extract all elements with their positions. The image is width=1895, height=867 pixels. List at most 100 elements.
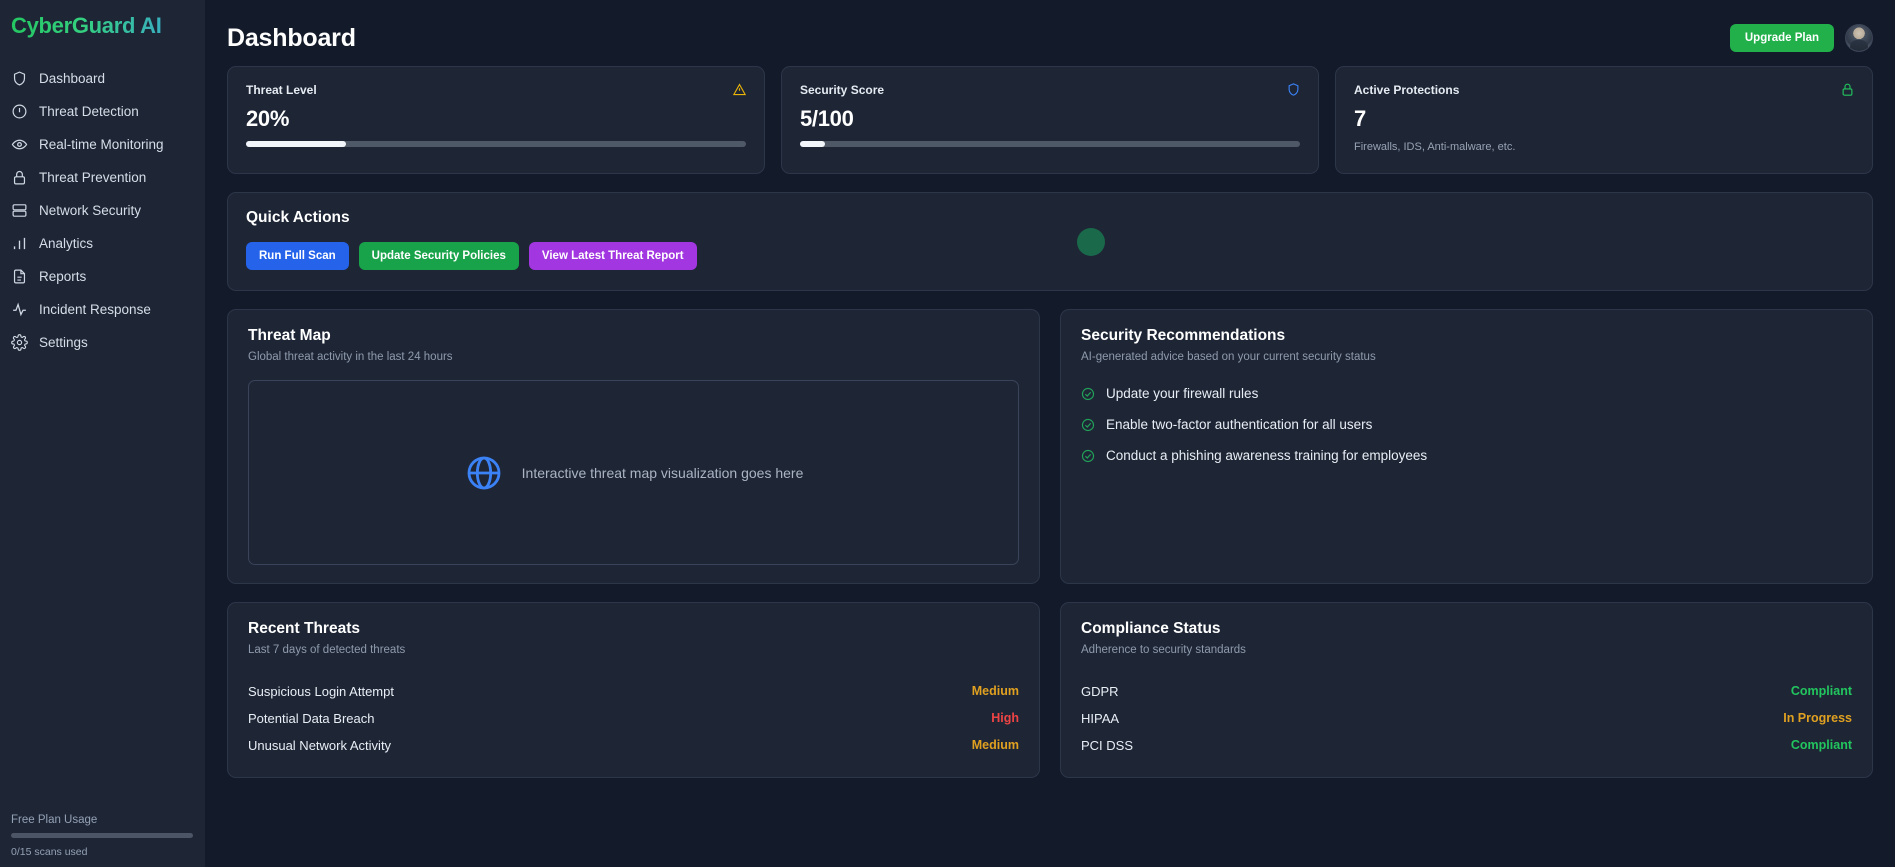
- sidebar-item-settings[interactable]: Settings: [0, 326, 205, 359]
- middle-panels: Threat Map Global threat activity in the…: [227, 309, 1873, 584]
- stat-card-active-protections: Active Protections 7 Firewalls, IDS, Ant…: [1335, 66, 1873, 174]
- sidebar-item-incident-response[interactable]: Incident Response: [0, 293, 205, 326]
- stat-subtext: Firewalls, IDS, Anti-malware, etc.: [1354, 141, 1516, 153]
- recommendations-title: Security Recommendations: [1081, 327, 1286, 344]
- standard-name: GDPR: [1081, 683, 1119, 699]
- compliance-list: GDPR Compliant HIPAA In Progress PCI DSS…: [1081, 678, 1852, 759]
- list-item: Update your firewall rules: [1081, 386, 1852, 401]
- sidebar-item-label: Network Security: [39, 203, 142, 218]
- status-badge: In Progress: [1783, 711, 1852, 725]
- gear-icon: [11, 334, 28, 351]
- stat-label: Threat Level: [246, 83, 317, 97]
- threat-name: Unusual Network Activity: [248, 737, 392, 753]
- recent-threats-title: Recent Threats: [248, 620, 360, 637]
- upgrade-plan-button[interactable]: Upgrade Plan: [1729, 24, 1834, 52]
- sidebar-nav: Dashboard Threat Detection Real-time Mon…: [0, 62, 205, 359]
- standard-name: HIPAA: [1081, 710, 1120, 726]
- recent-threats-panel: Recent Threats Last 7 days of detected t…: [227, 602, 1040, 778]
- run-full-scan-button[interactable]: Run Full Scan: [246, 242, 349, 270]
- plan-usage: Free Plan Usage 0/15 scans used: [0, 814, 205, 858]
- check-circle-icon: [1081, 449, 1095, 463]
- top-bar-actions: Upgrade Plan: [1729, 24, 1873, 52]
- threat-name: Suspicious Login Attempt: [248, 683, 394, 699]
- sidebar-item-label: Incident Response: [39, 302, 151, 317]
- eye-icon: [11, 136, 28, 153]
- avatar[interactable]: [1845, 24, 1873, 52]
- quick-actions-card: Quick Actions Run Full Scan Update Secur…: [227, 192, 1873, 291]
- sidebar-item-dashboard[interactable]: Dashboard: [0, 62, 205, 95]
- stat-value: 7: [1354, 106, 1366, 131]
- threat-map-placeholder-text: Interactive threat map visualization goe…: [521, 464, 804, 481]
- threat-map-title: Threat Map: [248, 327, 331, 344]
- plan-usage-label: Free Plan Usage: [11, 814, 98, 826]
- status-badge: Medium: [971, 738, 1019, 752]
- sidebar-item-network-security[interactable]: Network Security: [0, 194, 205, 227]
- stat-card-security-score: Security Score 5/100: [781, 66, 1319, 174]
- check-circle-icon: [1081, 387, 1095, 401]
- page-title: Dashboard: [227, 23, 356, 52]
- table-row: Unusual Network Activity Medium: [248, 732, 1019, 758]
- stat-label: Security Score: [800, 83, 885, 97]
- table-row: Suspicious Login Attempt Medium: [248, 678, 1019, 704]
- status-badge: High: [991, 711, 1019, 725]
- sidebar-item-real-time-monitoring[interactable]: Real-time Monitoring: [0, 128, 205, 161]
- server-icon: [11, 202, 28, 219]
- warning-triangle-icon: [732, 82, 747, 97]
- plan-usage-bar: [11, 833, 193, 838]
- stat-cards: Threat Level 20% Security Score 5/100 Ac…: [227, 66, 1873, 174]
- table-row: HIPAA In Progress: [1081, 705, 1852, 731]
- shield-icon: [1286, 82, 1301, 97]
- sidebar-item-label: Settings: [39, 335, 88, 350]
- stat-value: 20%: [246, 106, 290, 131]
- quick-actions-title: Quick Actions: [246, 209, 350, 226]
- quick-actions-buttons: Run Full Scan Update Security Policies V…: [246, 242, 1854, 270]
- stat-card-threat-level: Threat Level 20%: [227, 66, 765, 174]
- status-badge: Medium: [971, 684, 1019, 698]
- main-content: Dashboard Upgrade Plan Threat Level 20% …: [205, 0, 1895, 867]
- check-circle-icon: [1081, 418, 1095, 432]
- threat-map-placeholder[interactable]: Interactive threat map visualization goe…: [248, 380, 1019, 565]
- standard-name: PCI DSS: [1081, 737, 1134, 753]
- table-row: Potential Data Breach High: [248, 705, 1019, 731]
- recommendations-list: Update your firewall rules Enable two-fa…: [1081, 386, 1852, 463]
- stat-value: 5/100: [800, 106, 854, 131]
- sidebar-item-label: Reports: [39, 269, 87, 284]
- sidebar-item-label: Dashboard: [39, 71, 106, 86]
- stat-label: Active Protections: [1354, 83, 1460, 97]
- globe-icon: [464, 453, 504, 493]
- lock-icon: [11, 169, 28, 186]
- table-row: PCI DSS Compliant: [1081, 732, 1852, 758]
- sidebar: CyberGuard AI Dashboard Threat Detection…: [0, 0, 205, 867]
- sidebar-item-reports[interactable]: Reports: [0, 260, 205, 293]
- update-security-policies-button[interactable]: Update Security Policies: [358, 242, 519, 270]
- dashboard-app: CyberGuard AI Dashboard Threat Detection…: [0, 0, 1895, 867]
- app-logo: CyberGuard AI: [0, 0, 205, 39]
- recommendation-text: Conduct a phishing awareness training fo…: [1106, 448, 1428, 463]
- recommendations-subtitle: AI-generated advice based on your curren…: [1081, 351, 1376, 363]
- alert-circle-icon: [11, 103, 28, 120]
- recommendation-text: Enable two-factor authentication for all…: [1106, 417, 1373, 432]
- list-item: Enable two-factor authentication for all…: [1081, 417, 1852, 432]
- lock-icon: [1840, 82, 1855, 97]
- compliance-status-panel: Compliance Status Adherence to security …: [1060, 602, 1873, 778]
- sidebar-item-threat-prevention[interactable]: Threat Prevention: [0, 161, 205, 194]
- recent-threats-list: Suspicious Login Attempt Medium Potentia…: [248, 678, 1019, 759]
- compliance-title: Compliance Status: [1081, 620, 1221, 637]
- sidebar-item-label: Threat Detection: [39, 104, 139, 119]
- recent-threats-subtitle: Last 7 days of detected threats: [248, 644, 406, 656]
- threat-map-panel: Threat Map Global threat activity in the…: [227, 309, 1040, 584]
- threat-level-progress: [246, 141, 746, 147]
- sidebar-item-analytics[interactable]: Analytics: [0, 227, 205, 260]
- bar-chart-icon: [11, 235, 28, 252]
- security-recommendations-panel: Security Recommendations AI-generated ad…: [1060, 309, 1873, 584]
- view-latest-threat-report-button[interactable]: View Latest Threat Report: [528, 242, 697, 270]
- document-icon: [11, 268, 28, 285]
- shield-icon: [11, 70, 28, 87]
- list-item: Conduct a phishing awareness training fo…: [1081, 448, 1852, 463]
- table-row: GDPR Compliant: [1081, 678, 1852, 704]
- sidebar-item-threat-detection[interactable]: Threat Detection: [0, 95, 205, 128]
- status-indicator-dot: [1077, 227, 1106, 256]
- recommendation-text: Update your firewall rules: [1106, 386, 1259, 401]
- sidebar-item-label: Threat Prevention: [39, 170, 147, 185]
- status-badge: Compliant: [1790, 684, 1852, 698]
